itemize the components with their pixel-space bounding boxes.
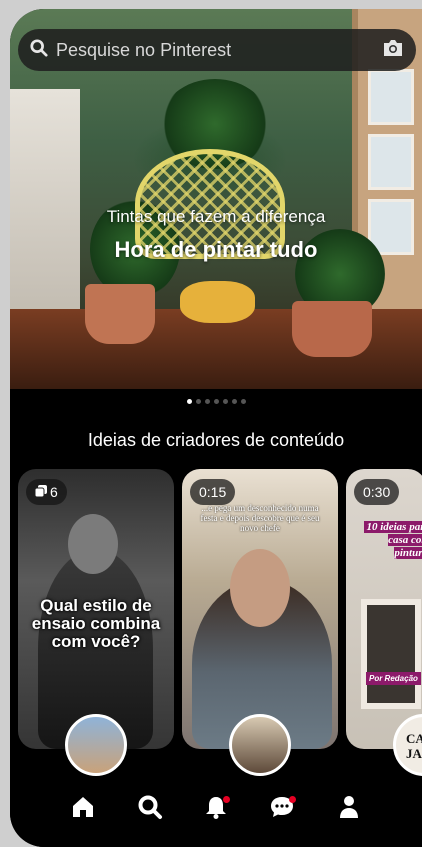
pot-left — [85, 284, 155, 344]
idea-card[interactable]: 0:15 ...e pega um desconhecido numa fest… — [182, 469, 338, 749]
search-bar[interactable]: Pesquise no Pinterest — [18, 29, 416, 71]
card-caption: Qual estilo de ensaio combina com você? — [31, 596, 161, 651]
section-title: Ideias de criadores de conteúdo — [87, 430, 345, 450]
badge-count: 6 — [50, 484, 58, 500]
card-photo — [361, 599, 421, 709]
tab-messages[interactable] — [266, 793, 298, 825]
camera-icon[interactable] — [382, 39, 404, 62]
tab-profile[interactable] — [333, 793, 365, 825]
carousel-dot[interactable] — [231, 399, 237, 404]
carousel-dot[interactable] — [195, 399, 201, 404]
avatar-logo-text: CASA JAR — [406, 731, 422, 761]
carousel-dot[interactable] — [204, 399, 210, 404]
search-icon — [137, 794, 163, 825]
card-caption-text: 10 ideias para casa com pintura — [364, 521, 422, 559]
video-duration: 0:30 — [363, 484, 391, 500]
bottom-tab-bar — [10, 779, 422, 847]
carousel-dot[interactable] — [240, 399, 246, 404]
app-screen: Tintas que fazem a diferença Hora de pin… — [10, 9, 422, 847]
card-photo-face — [230, 549, 290, 627]
tab-home[interactable] — [67, 793, 99, 825]
creator-avatar[interactable] — [65, 714, 127, 776]
hero-title: Hora de pintar tudo — [114, 237, 318, 262]
creator-avatar[interactable] — [229, 714, 291, 776]
idea-card[interactable]: 0:30 10 ideias para casa com pintura Por… — [346, 469, 422, 749]
tab-search[interactable] — [134, 793, 166, 825]
stack-icon — [34, 484, 47, 500]
carousel-dot[interactable] — [222, 399, 228, 404]
search-icon — [30, 38, 48, 62]
search-input[interactable]: Pesquise no Pinterest — [56, 40, 382, 61]
video-duration-badge: 0:15 — [190, 479, 236, 505]
pin-count-badge: 6 — [26, 479, 67, 505]
carousel-indicator — [10, 399, 422, 404]
card-caption: ...e pega um desconhecido numa festa e d… — [200, 503, 320, 533]
pot-right — [292, 301, 372, 357]
card-photo-face — [68, 514, 118, 574]
tab-notifications[interactable] — [200, 793, 232, 825]
home-icon — [71, 795, 95, 824]
carousel-dot[interactable] — [213, 399, 219, 404]
idea-card[interactable]: 6 Qual estilo de ensaio combina com você… — [18, 469, 174, 749]
video-duration-badge: 0:30 — [354, 479, 400, 505]
user-icon — [338, 795, 360, 824]
card-caption: 10 ideias para casa com pintura — [354, 521, 422, 560]
notification-dot — [222, 796, 230, 803]
video-duration: 0:15 — [199, 484, 227, 500]
chair-cushion — [180, 281, 255, 323]
card-tag: Por Redação — [366, 672, 421, 685]
hero-subtitle: Tintas que fazem a diferença — [106, 207, 326, 226]
carousel-dot[interactable] — [186, 399, 192, 404]
